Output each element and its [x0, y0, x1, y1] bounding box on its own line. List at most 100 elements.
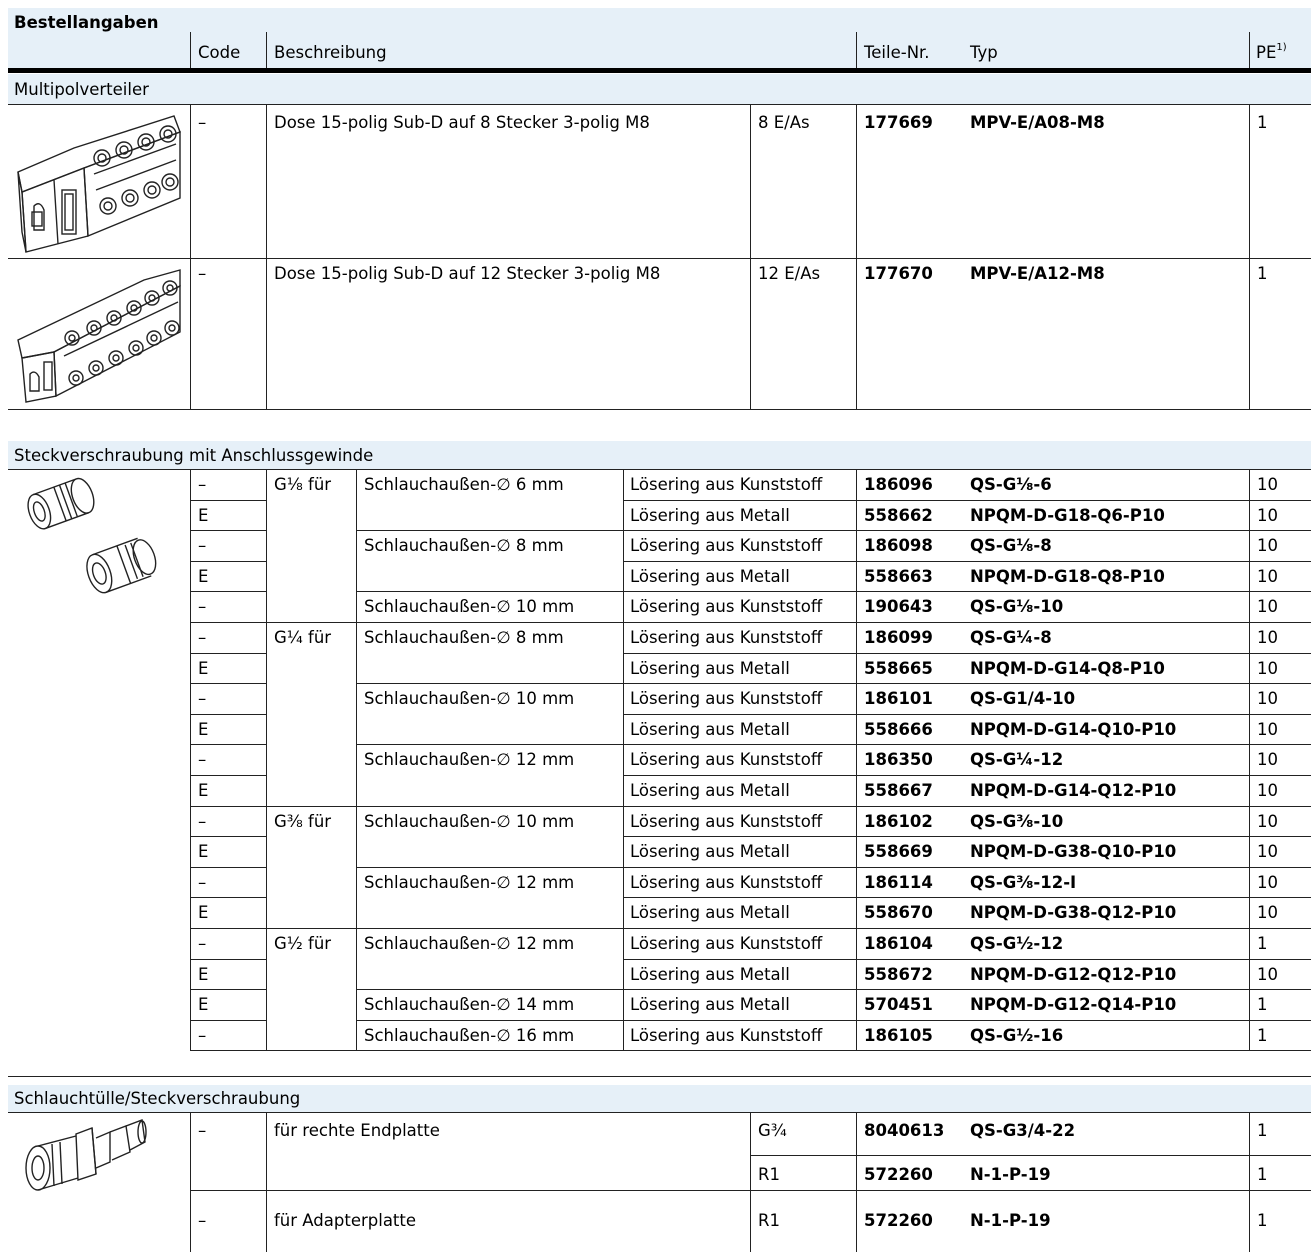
packaging-unit: 10 [1257, 536, 1278, 555]
section-title-multipolverteiler: Multipolverteiler [14, 80, 149, 99]
release-ring-label: Lösering aus Metall [630, 720, 790, 739]
fitting-code: – [198, 1026, 207, 1045]
hose-diameter-label: Schlauchaußen-∅ 14 mm [364, 995, 575, 1014]
tuelle-code-3: – [198, 1211, 207, 1230]
release-ring-label: Lösering aus Kunststoff [630, 934, 823, 953]
fitting-code: E [198, 659, 209, 678]
type-code: NPQM-D-G14-Q8-P10 [970, 659, 1165, 678]
multipol-pe-1: 1 [1257, 113, 1268, 132]
release-ring-label: Lösering aus Metall [630, 842, 790, 861]
multipol-code-2: – [198, 264, 207, 283]
hose-diameter-label: Schlauchaußen-∅ 10 mm [364, 812, 575, 831]
release-ring-label: Lösering aus Kunststoff [630, 475, 823, 494]
hose-diameter-label: Schlauchaußen-∅ 8 mm [364, 536, 564, 555]
type-code: QS-G⅛-6 [970, 475, 1052, 494]
header-typ: Typ [970, 43, 998, 62]
type-code: NPQM-D-G18-Q8-P10 [970, 567, 1165, 586]
type-code: QS-G⅛-10 [970, 597, 1064, 616]
multipol-desc-2: Dose 15-polig Sub-D auf 12 Stecker 3-pol… [274, 264, 661, 283]
tuelle-type-2: N-1-P-19 [970, 1165, 1051, 1184]
part-number: 558667 [864, 781, 933, 800]
fitting-code: E [198, 506, 209, 525]
part-number: 186114 [864, 873, 933, 892]
packaging-unit: 10 [1257, 873, 1278, 892]
tuelle-type-1: QS-G3/4-22 [970, 1121, 1076, 1140]
thread-label: G¼ für [274, 628, 332, 647]
hose-diameter-label: Schlauchaußen-∅ 12 mm [364, 873, 575, 892]
release-ring-label: Lösering aus Kunststoff [630, 536, 823, 555]
part-number: 186101 [864, 689, 933, 708]
header-rule [8, 68, 1311, 73]
thread-label: G⅜ für [274, 812, 332, 831]
type-code: QS-G½-12 [970, 934, 1064, 953]
type-code: NPQM-D-G18-Q6-P10 [970, 506, 1165, 525]
packaging-unit: 10 [1257, 812, 1278, 831]
header-pe: PE1) [1256, 42, 1287, 62]
part-number: 186105 [864, 1026, 933, 1045]
hose-diameter-label: Schlauchaußen-∅ 10 mm [364, 689, 575, 708]
type-code: NPQM-D-G14-Q10-P10 [970, 720, 1177, 739]
fitting-code: – [198, 689, 207, 708]
hose-diameter-label: Schlauchaußen-∅ 16 mm [364, 1026, 575, 1045]
packaging-unit: 10 [1257, 842, 1278, 861]
multipol-12-product-image [17, 269, 181, 403]
fitting-code: – [198, 750, 207, 769]
multipol-io-1: 8 E/As [758, 113, 810, 132]
tuelle-thread-1: G¾ [758, 1121, 787, 1140]
section-title-steckverschraubung: Steckverschraubung mit Anschlussgewinde [14, 446, 374, 465]
multipol-desc-1: Dose 15-polig Sub-D auf 8 Stecker 3-poli… [274, 113, 650, 132]
multipol-part-2: 177670 [864, 264, 933, 283]
part-number: 558672 [864, 965, 933, 984]
tuelle-pe-1: 1 [1257, 1121, 1268, 1140]
release-ring-label: Lösering aus Kunststoff [630, 628, 823, 647]
tuelle-pe-3: 1 [1257, 1211, 1268, 1230]
type-code: QS-G¼-8 [970, 628, 1052, 647]
type-code: QS-G⅛-8 [970, 536, 1052, 555]
tuelle-thread-3: R1 [758, 1211, 780, 1230]
part-number: 558670 [864, 903, 933, 922]
release-ring-label: Lösering aus Metall [630, 506, 790, 525]
part-number: 558663 [864, 567, 933, 586]
fitting-code: – [198, 536, 207, 555]
packaging-unit: 10 [1257, 475, 1278, 494]
part-number: 570451 [864, 995, 933, 1014]
multipol-code-1: – [198, 113, 207, 132]
thread-label: G½ für [274, 934, 332, 953]
part-number: 186096 [864, 475, 933, 494]
release-ring-label: Lösering aus Kunststoff [630, 812, 823, 831]
fitting-code: E [198, 965, 209, 984]
part-number: 186098 [864, 536, 933, 555]
part-number: 558665 [864, 659, 933, 678]
fitting-code: – [198, 873, 207, 892]
fitting-code: E [198, 842, 209, 861]
release-ring-label: Lösering aus Kunststoff [630, 750, 823, 769]
tuelle-part-2: 572260 [864, 1165, 933, 1184]
part-number: 558662 [864, 506, 933, 525]
packaging-unit: 1 [1257, 934, 1268, 953]
packaging-unit: 10 [1257, 689, 1278, 708]
packaging-unit: 10 [1257, 781, 1278, 800]
packaging-unit: 10 [1257, 567, 1278, 586]
header-beschreibung: Beschreibung [274, 43, 387, 62]
multipol-pe-2: 1 [1257, 264, 1268, 283]
type-code: QS-G⅜-12-I [970, 873, 1077, 892]
release-ring-label: Lösering aus Kunststoff [630, 689, 823, 708]
part-number: 186104 [864, 934, 933, 953]
hose-diameter-label: Schlauchaußen-∅ 12 mm [364, 934, 575, 953]
fitting-code: – [198, 934, 207, 953]
fitting-code: – [198, 475, 207, 494]
tuelle-desc-2: für Adapterplatte [274, 1211, 417, 1230]
type-code: QS-G1/4-10 [970, 689, 1076, 708]
release-ring-label: Lösering aus Metall [630, 995, 790, 1014]
release-ring-label: Lösering aus Metall [630, 965, 790, 984]
packaging-unit: 10 [1257, 597, 1278, 616]
packaging-unit: 10 [1257, 750, 1278, 769]
hose-barb-product-image [25, 1119, 147, 1191]
type-code: QS-G¼-12 [970, 750, 1064, 769]
tuelle-pe-2: 1 [1257, 1165, 1268, 1184]
tuelle-code-1: – [198, 1121, 207, 1140]
part-number: 558669 [864, 842, 933, 861]
release-ring-label: Lösering aus Metall [630, 567, 790, 586]
release-ring-label: Lösering aus Kunststoff [630, 873, 823, 892]
multipol-8-product-image [17, 115, 181, 253]
